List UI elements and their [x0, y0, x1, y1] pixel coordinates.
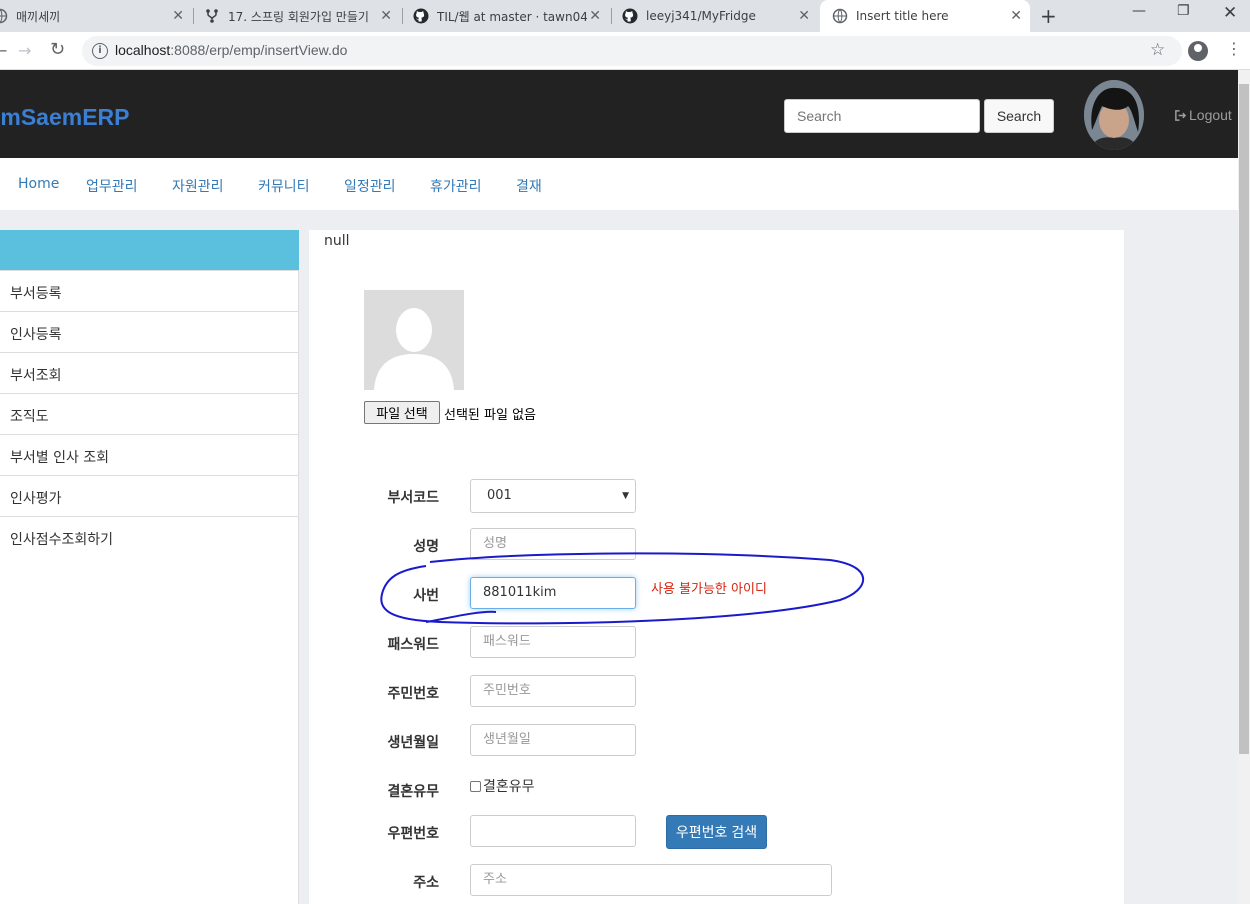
tab-title: leeyj341/MyFridge	[646, 9, 756, 23]
nav-community[interactable]: 커뮤니티	[258, 176, 310, 196]
github-icon	[413, 8, 429, 24]
sidebar: 부서등록 인사등록 부서조회 조직도 부서별 인사 조회 인사평가 인사점수조회…	[0, 230, 299, 560]
dept-code-label: 부서코드	[387, 490, 439, 506]
address-label: 주소	[413, 875, 439, 891]
nav-work[interactable]: 업무관리	[86, 176, 138, 196]
browser-tab[interactable]: TIL/웹 at master · tawn0414 ✕	[413, 0, 609, 32]
password-input[interactable]: 패스워드	[470, 626, 636, 658]
logout-link[interactable]: Logout	[1174, 107, 1232, 123]
nav-schedule[interactable]: 일정관리	[344, 176, 396, 196]
kebab-menu-icon[interactable]: ⋮	[1226, 39, 1242, 58]
back-arrow-icon[interactable]: ←	[0, 41, 7, 60]
forward-arrow-icon[interactable]: →	[18, 41, 31, 60]
logout-label: Logout	[1189, 107, 1232, 123]
search-input[interactable]	[784, 99, 980, 133]
checkbox-icon[interactable]	[470, 780, 481, 792]
sidebar-item-org-chart[interactable]: 조직도	[0, 393, 299, 434]
search-button[interactable]: Search	[984, 99, 1054, 133]
zip-input[interactable]	[470, 815, 636, 847]
birth-input[interactable]: 생년월일	[470, 724, 636, 756]
sidebar-header	[0, 230, 299, 270]
reload-icon[interactable]: ↻	[50, 39, 65, 60]
star-icon[interactable]: ☆	[1150, 40, 1165, 60]
password-label: 패스워드	[387, 637, 439, 653]
close-icon[interactable]: ✕	[380, 8, 392, 24]
tab-title: Insert title here	[856, 9, 949, 23]
info-icon[interactable]: i	[92, 43, 108, 59]
sidebar-item-dept-list[interactable]: 부서조회	[0, 352, 299, 393]
sidebar-background	[0, 560, 299, 904]
github-icon	[622, 8, 638, 24]
zip-label: 우편번호	[387, 826, 439, 842]
globe-icon	[832, 8, 848, 24]
globe-icon	[0, 8, 8, 24]
tab-title: TIL/웹 at master · tawn0414	[437, 9, 587, 24]
git-branch-icon	[206, 9, 218, 23]
scrollbar-thumb[interactable]	[1239, 84, 1249, 754]
ssn-input[interactable]: 주민번호	[470, 675, 636, 707]
birth-label: 생년월일	[387, 735, 439, 751]
ssn-label: 주민번호	[387, 686, 439, 702]
close-icon[interactable]: ✕	[589, 8, 601, 24]
tab-title: 매끼세끼	[16, 9, 61, 24]
profile-photo-placeholder	[364, 290, 464, 390]
file-status: 선택된 파일 없음	[444, 408, 536, 423]
avatar[interactable]	[1084, 80, 1144, 150]
sidebar-item-dept-register[interactable]: 부서등록	[0, 270, 299, 311]
emp-no-error: 사용 불가능한 아이디	[651, 582, 767, 597]
caret-down-icon: ▼	[622, 491, 629, 501]
minimize-icon[interactable]: —	[1132, 3, 1146, 19]
address-input[interactable]: 주소	[470, 864, 832, 896]
site-header: imSaemERP Search Logout	[0, 70, 1238, 158]
nav-approval[interactable]: 결재	[516, 176, 542, 196]
page-scrollbar[interactable]	[1238, 70, 1250, 904]
name-input[interactable]: 성명	[470, 528, 636, 560]
page: imSaemERP Search Logout Home 업무관리 자원관리 커…	[0, 70, 1238, 904]
nav-home[interactable]: Home	[18, 176, 59, 192]
sidebar-item-evaluation[interactable]: 인사평가	[0, 475, 299, 516]
browser-tab-bar: 매끼세끼 ✕ 17. 스프링 회원가입 만들기 ✕ TIL/웹 at maste…	[0, 0, 1250, 32]
browser-tab[interactable]: 17. 스프링 회원가입 만들기 ✕	[204, 0, 400, 32]
close-icon[interactable]: ✕	[172, 8, 184, 24]
emp-no-label: 사번	[413, 588, 439, 604]
nav-resource[interactable]: 자원관리	[172, 176, 224, 196]
nav-vacation[interactable]: 휴가관리	[430, 176, 482, 196]
browser-toolbar: ← → ↻ i localhost:8088/erp/emp/insertVie…	[0, 32, 1250, 70]
sidebar-item-emp-register[interactable]: 인사등록	[0, 311, 299, 352]
logout-icon	[1175, 109, 1187, 121]
restore-icon[interactable]: ❐	[1177, 3, 1190, 19]
file-select-button[interactable]: 파일 선택	[364, 401, 440, 424]
close-icon[interactable]: ✕	[798, 8, 810, 24]
top-nav: Home 업무관리 자원관리 커뮤니티 일정관리 휴가관리 결재	[0, 158, 1238, 210]
dept-code-value: 001	[487, 488, 512, 503]
url-text: localhost:8088/erp/emp/insertView.do	[115, 42, 348, 58]
browser-tab-active[interactable]: Insert title here ✕	[820, 0, 1030, 32]
sidebar-item-emp-by-dept[interactable]: 부서별 인사 조회	[0, 434, 299, 475]
null-text: null	[324, 233, 350, 249]
browser-tab[interactable]: leeyj341/MyFridge ✕	[622, 0, 818, 32]
married-checkbox[interactable]: 결혼유무	[470, 776, 535, 796]
zip-search-button[interactable]: 우편번호 검색	[666, 815, 767, 849]
browser-tab[interactable]: 매끼세끼 ✕	[0, 0, 192, 32]
address-bar[interactable]: i localhost:8088/erp/emp/insertView.do	[82, 36, 1182, 66]
profile-icon[interactable]	[1188, 41, 1208, 61]
main-content: null 파일 선택 선택된 파일 없음 부서코드 001 ▼ 성명 성명 사번…	[309, 230, 1124, 904]
brand-logo[interactable]: imSaemERP	[0, 104, 130, 131]
name-label: 성명	[413, 539, 439, 555]
close-window-icon[interactable]: ✕	[1223, 3, 1237, 23]
emp-no-input[interactable]: 881011kim	[470, 577, 636, 609]
tab-title: 17. 스프링 회원가입 만들기	[228, 9, 369, 24]
dept-code-select[interactable]: 001 ▼	[470, 479, 636, 513]
married-label: 결혼유무	[387, 784, 439, 800]
close-icon[interactable]: ✕	[1010, 8, 1022, 24]
sidebar-item-score-lookup[interactable]: 인사점수조회하기	[0, 516, 299, 557]
new-tab-icon[interactable]: +	[1040, 4, 1057, 28]
married-checkbox-label: 결혼유무	[483, 779, 535, 795]
